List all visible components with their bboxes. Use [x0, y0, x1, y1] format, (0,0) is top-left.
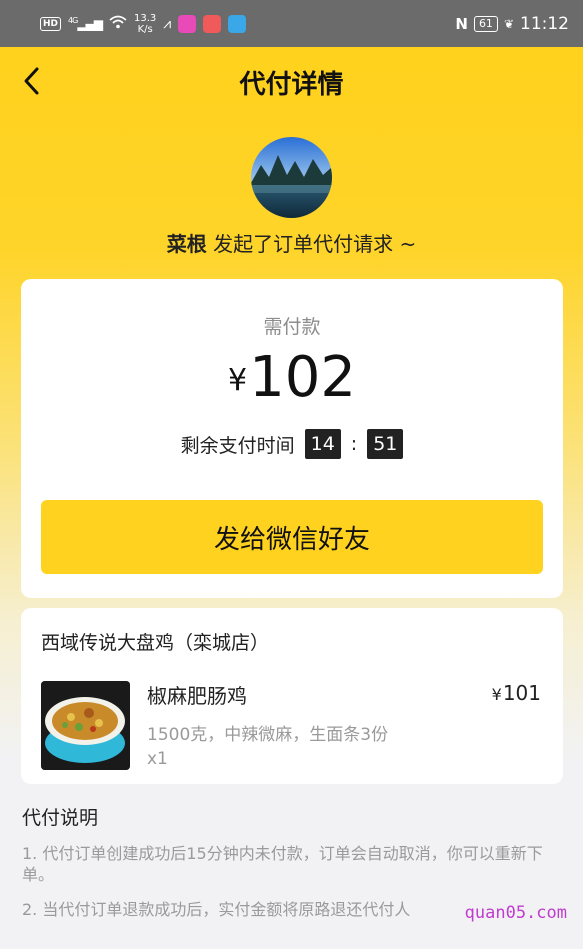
requester-line: 菜根 发起了订单代付请求 ~ — [0, 228, 583, 257]
navigation-header: 代付详情 — [0, 47, 583, 117]
dish-spec: 1500克，中辣微麻，生面条3份 — [147, 725, 389, 745]
reader-app-icon — [228, 14, 247, 33]
send-to-wechat-friend-button[interactable]: 发给微信好友 — [41, 500, 543, 574]
network-label: 4G — [68, 16, 78, 25]
video-app-icon — [178, 14, 197, 33]
dish-quantity: x1 — [147, 749, 168, 769]
timer-separator: : — [350, 433, 358, 455]
info-title: 代付说明 — [22, 807, 99, 829]
status-bar-right: N 61 ❦ 11:12 — [455, 14, 569, 34]
dish-photo — [41, 681, 130, 770]
dish-name: 椒麻肥肠鸡 — [147, 684, 247, 708]
status-bar: HD 4G▂▄▆ 13.3 K/s ⩘ N 61 ❦ 11:12 — [0, 0, 583, 47]
dish-currency: ¥ — [491, 685, 502, 704]
watermark: quan05.com — [464, 903, 567, 923]
avatar-landscape-image — [251, 137, 332, 218]
charging-leaf-icon: ❦ — [503, 16, 514, 31]
battery-icon: 61 — [473, 15, 498, 32]
chevron-left-icon — [24, 67, 39, 95]
shop-app-icon — [203, 14, 222, 33]
page-title: 代付详情 — [239, 69, 344, 100]
remaining-time-label: 剩余支付时间 — [180, 434, 295, 457]
speed-value: 13.3 — [134, 12, 157, 24]
remaining-time-row: 剩余支付时间 14 : 51 — [21, 429, 563, 459]
dish-image — [41, 681, 130, 770]
status-bar-left: HD 4G▂▄▆ 13.3 K/s ⩘ — [40, 13, 247, 35]
requester-name: 菜根 — [166, 232, 207, 256]
order-card: 西域传说大盘鸡（栾城店） 椒麻肥肠鸡 ¥101 1500克，中辣微麻，生面条3份… — [21, 608, 563, 784]
timer-seconds: 51 — [367, 429, 404, 459]
amount-label: 需付款 — [263, 316, 321, 338]
payment-card: 需付款 ¥102 剩余支付时间 14 : 51 发给微信好友 — [21, 279, 563, 598]
shop-name[interactable]: 西域传说大盘鸡（栾城店） — [41, 628, 269, 655]
clock: 11:12 — [520, 13, 569, 34]
info-line-1: 1. 代付订单创建成功后15分钟内未付款，订单会自动取消，你可以重新下单。 — [22, 844, 543, 884]
hd-icon: HD — [40, 16, 62, 31]
avatar[interactable] — [251, 137, 332, 218]
wifi-icon — [109, 15, 127, 33]
network-speed: 13.3 K/s — [134, 13, 156, 35]
link-app-icon: ⩘ — [163, 15, 172, 32]
timer-minutes: 14 — [304, 429, 341, 459]
speed-unit: K/s — [137, 23, 153, 35]
currency-symbol: ¥ — [228, 363, 248, 398]
signal-icon: 4G▂▄▆ — [68, 16, 103, 31]
nfc-icon: N — [455, 14, 468, 33]
amount-value: 102 — [249, 345, 356, 410]
dish-price: ¥101 — [492, 681, 541, 705]
dish-price-value: 101 — [502, 681, 541, 705]
back-button[interactable] — [14, 63, 50, 99]
requester-message: 发起了订单代付请求 ~ — [213, 232, 417, 256]
amount-due: ¥102 — [21, 345, 563, 410]
